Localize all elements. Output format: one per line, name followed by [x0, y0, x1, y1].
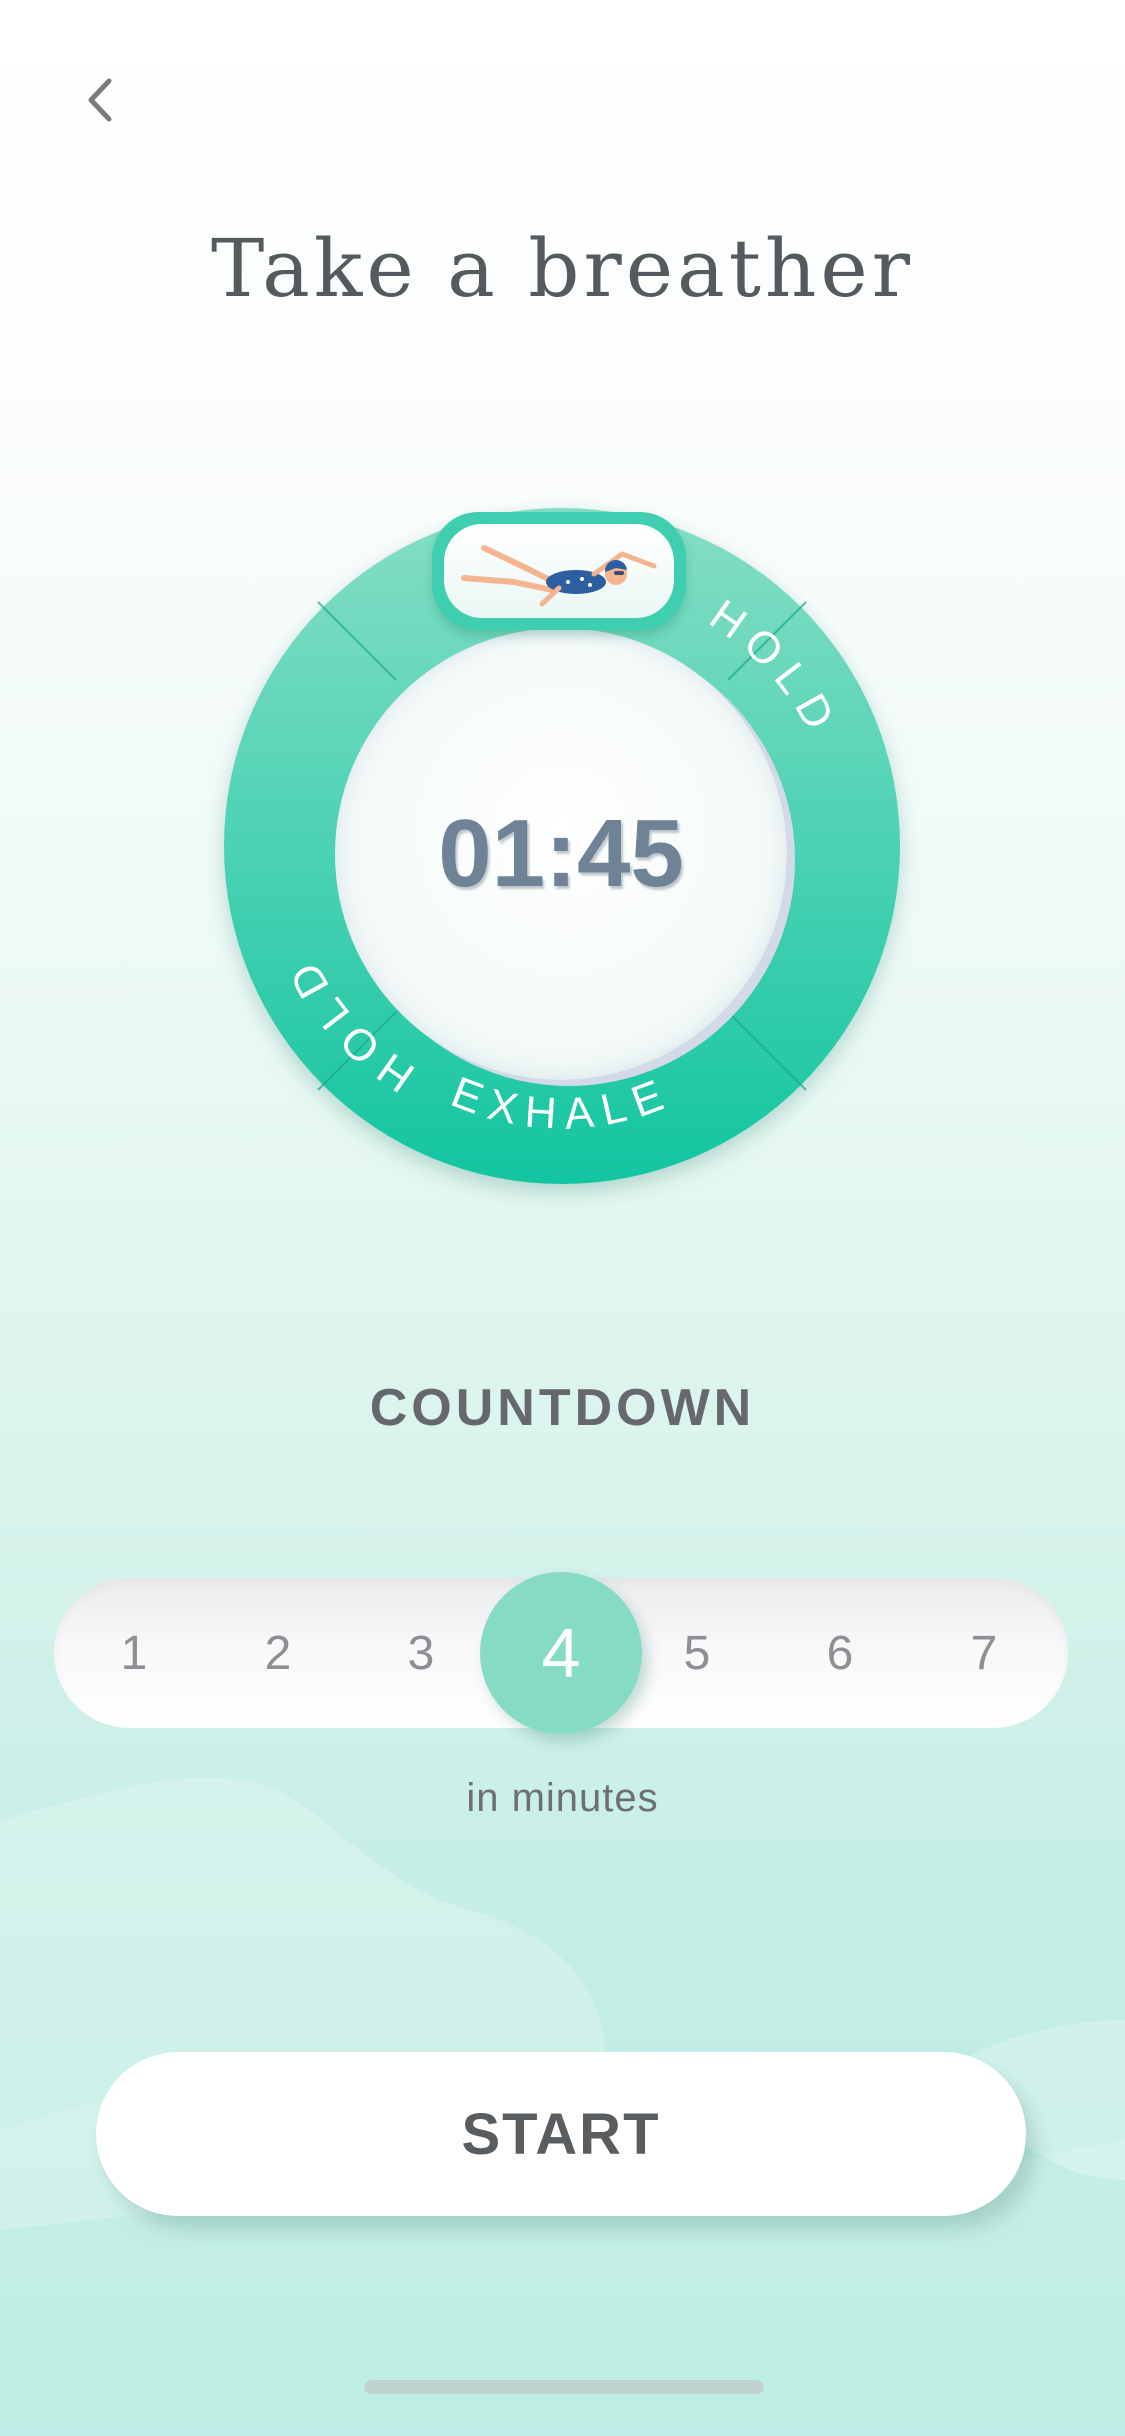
- minutes-option-3[interactable]: 3: [371, 1578, 471, 1728]
- timer-display: 01:45: [438, 800, 684, 907]
- countdown-label: COUNTDOWN: [369, 1379, 756, 1437]
- start-button[interactable]: START: [96, 2052, 1026, 2216]
- home-indicator[interactable]: [364, 2380, 764, 2394]
- minutes-option-4-selected[interactable]: 4: [480, 1572, 642, 1734]
- back-button[interactable]: [70, 70, 130, 130]
- swimmer-illustration: [444, 524, 674, 618]
- minutes-option-7[interactable]: 7: [934, 1578, 1034, 1728]
- chevron-left-icon: [88, 78, 112, 122]
- page-title: Take a breather: [211, 222, 914, 315]
- minutes-option-6[interactable]: 6: [790, 1578, 890, 1728]
- minutes-option-1[interactable]: 1: [84, 1578, 184, 1728]
- minutes-option-5[interactable]: 5: [647, 1578, 747, 1728]
- minutes-option-2[interactable]: 2: [228, 1578, 328, 1728]
- minutes-unit-label: in minutes: [466, 1776, 659, 1820]
